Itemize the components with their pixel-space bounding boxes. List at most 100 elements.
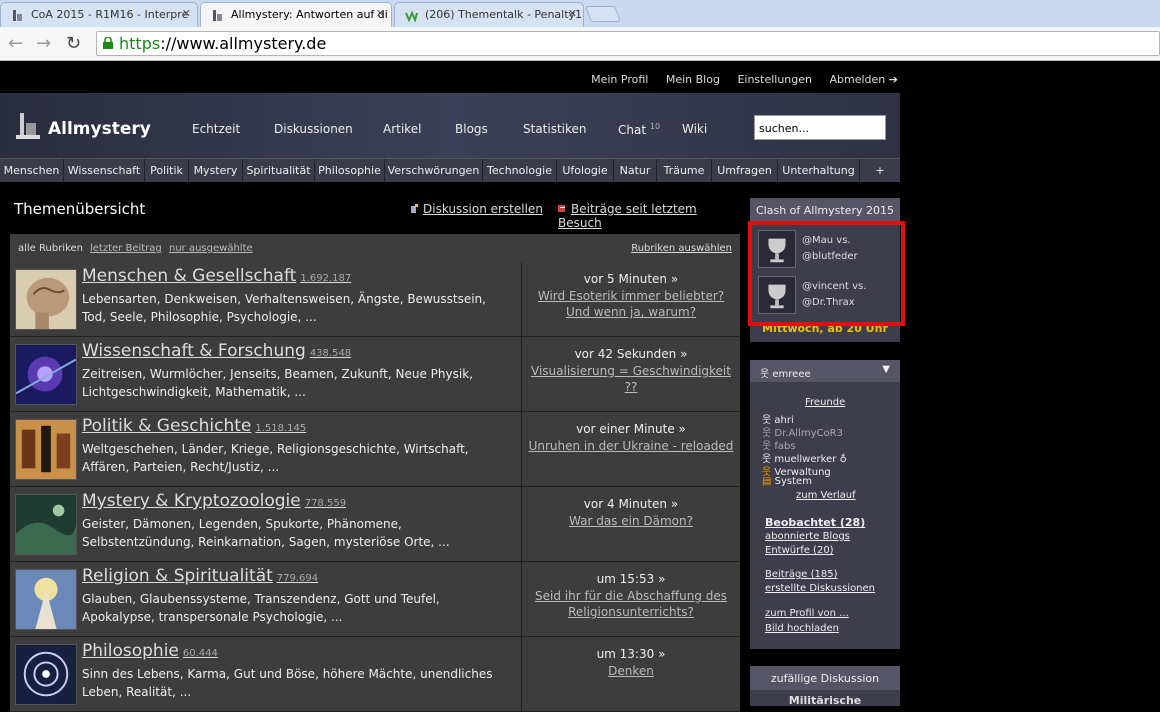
forum-row: Politik & Geschichte 1.518.145 Weltgesche…	[10, 412, 740, 487]
browser-tab-2[interactable]: Allmystery: Antworten auf di ✕	[200, 2, 392, 27]
close-icon[interactable]: ✕	[376, 7, 385, 20]
friend-item[interactable]: ▤ System	[762, 476, 812, 487]
back-arrow-icon[interactable]: ←	[8, 33, 23, 54]
upload-image-link[interactable]: Bild hochladen	[765, 622, 839, 635]
created-discussions-link[interactable]: erstellte Diskussionen	[765, 582, 875, 595]
forum-description: Glauben, Glaubenssysteme, Transzendenz, …	[82, 592, 440, 624]
last-post-time[interactable]: um 15:53 »	[597, 572, 666, 586]
science-thumbnail-icon[interactable]	[15, 344, 77, 405]
religion-thumbnail-icon[interactable]	[15, 569, 77, 630]
nav-diskussionen[interactable]: Diskussionen	[274, 122, 353, 136]
history-link[interactable]: zum Verlauf	[796, 489, 856, 502]
watched-link[interactable]: Beobachtet (28)	[765, 516, 865, 529]
forum-description: Zeitreisen, Wurmlöcher, Jenseits, Beamen…	[82, 367, 473, 399]
browser-tab-3[interactable]: (206) Thementalk - Penalty1 ✕	[394, 2, 584, 27]
last-thread-link[interactable]: Unruhen in der Ukraine - reloaded	[528, 438, 734, 454]
forum-title-link[interactable]: Politik & Geschichte 1.518.145	[82, 416, 306, 436]
category-unterhaltung[interactable]: Unterhaltung	[778, 159, 860, 182]
chevron-down-icon[interactable]: ▼	[882, 364, 890, 375]
forum-row: Mystery & Kryptozoologie 778.559 Geister,…	[10, 487, 740, 562]
allmystery-logo-icon[interactable]	[16, 111, 40, 141]
nav-wiki[interactable]: Wiki	[682, 122, 707, 136]
nav-echtzeit[interactable]: Echtzeit	[192, 122, 240, 136]
filter-selected-only[interactable]: nur ausgewählte	[169, 243, 253, 254]
brain-thumbnail-icon[interactable]	[15, 269, 77, 330]
forum-post-count: 1.518.145	[255, 423, 307, 434]
category-mystery[interactable]: Mystery	[189, 159, 243, 182]
category-wissenschaft[interactable]: Wissenschaft	[64, 159, 145, 182]
last-post-time[interactable]: um 13:30 »	[597, 647, 666, 661]
settings-link[interactable]: Einstellungen	[737, 73, 812, 86]
history-thumbnail-icon[interactable]	[15, 419, 77, 480]
philosophy-thumbnail-icon[interactable]	[15, 644, 77, 705]
nav-chat-label: Chat	[618, 123, 647, 137]
last-thread-link[interactable]: Denken	[528, 663, 734, 679]
close-icon[interactable]: ✕	[182, 7, 191, 20]
chat-count-badge: 10	[649, 122, 661, 131]
last-thread-link[interactable]: War das ein Dämon?	[528, 513, 734, 529]
search-input[interactable]: suchen...	[754, 115, 886, 140]
user-icon: 웃	[760, 369, 773, 380]
last-thread-link[interactable]: Seid ihr für die Abschaffung des Religio…	[528, 588, 734, 620]
nav-chat[interactable]: Chat 10	[618, 122, 660, 137]
nav-artikel[interactable]: Artikel	[383, 122, 421, 136]
category-technologie[interactable]: Technologie	[483, 159, 557, 182]
category-more-button[interactable]: +	[860, 159, 900, 182]
posts-since-label: Beiträge seit letztem Besuch	[558, 202, 697, 230]
browser-tab-1[interactable]: CoA 2015 - R1M16 - Interpre ✕	[0, 2, 198, 27]
category-philosophie[interactable]: Philosophie	[315, 159, 385, 182]
filter-last-post[interactable]: letzter Beitrag	[90, 243, 162, 254]
last-thread-link[interactable]: Visualisierung = Geschwindigkeit ??	[528, 363, 734, 395]
create-discussion-link[interactable]: Diskussion erstellen	[410, 202, 543, 216]
clash-title[interactable]: Clash of Allmystery 2015	[750, 198, 900, 222]
category-traeume[interactable]: Träume	[657, 159, 712, 182]
last-post-time[interactable]: vor 42 Sekunden »	[575, 347, 688, 361]
friends-link[interactable]: Freunde	[805, 396, 845, 409]
forum-post-count: 778.559	[304, 498, 347, 509]
drafts-link[interactable]: Entwürfe (20)	[765, 544, 834, 557]
category-spiritualitaet[interactable]: Spiritualität	[243, 159, 315, 182]
choose-categories-link[interactable]: Rubriken auswählen	[631, 243, 732, 254]
last-thread-link[interactable]: Wird Esoterik immer beliebter? Und wenn …	[528, 288, 734, 320]
forum-description: Sinn des Lebens, Karma, Gut und Böse, hö…	[82, 667, 493, 699]
lock-icon	[103, 37, 113, 49]
url-host: ://www.allmystery.de	[160, 34, 327, 53]
category-ufologie[interactable]: Ufologie	[557, 159, 614, 182]
site-logo-text[interactable]: Allmystery	[48, 119, 151, 139]
forum-title-link[interactable]: Religion & Spiritualität 779.694	[82, 566, 318, 586]
forum-title-link[interactable]: Philosophie 60.444	[82, 641, 218, 661]
reload-icon[interactable]: ↻	[66, 33, 81, 54]
subscribed-blogs-link[interactable]: abonnierte Blogs	[765, 530, 850, 543]
category-umfragen[interactable]: Umfragen	[712, 159, 778, 182]
posts-since-last-visit-link[interactable]: Beiträge seit letztem Besuch	[558, 202, 740, 230]
address-bar[interactable]: https://www.allmystery.de	[96, 31, 1160, 56]
forward-arrow-icon[interactable]: →	[36, 33, 51, 54]
nav-blogs[interactable]: Blogs	[455, 122, 488, 136]
my-profile-link[interactable]: Mein Profil	[591, 73, 648, 86]
new-tab-button[interactable]	[585, 6, 621, 22]
category-verschwoerungen[interactable]: Verschwörungen	[385, 159, 483, 182]
filter-all[interactable]: alle Rubriken	[18, 243, 83, 254]
category-politik[interactable]: Politik	[145, 159, 189, 182]
forum-title-link[interactable]: Mystery & Kryptozoologie 778.559	[82, 491, 346, 511]
last-post-time[interactable]: vor 5 Minuten »	[584, 272, 678, 286]
posts-link[interactable]: Beiträge (185)	[765, 568, 838, 581]
category-menschen[interactable]: Menschen	[0, 159, 64, 182]
nav-statistiken[interactable]: Statistiken	[523, 122, 587, 136]
site-favicon-icon	[213, 10, 222, 21]
last-post-time[interactable]: vor einer Minute »	[576, 422, 686, 436]
logout-link[interactable]: Abmelden ➔	[830, 73, 898, 86]
category-natur[interactable]: Natur	[614, 159, 657, 182]
my-blog-link[interactable]: Mein Blog	[666, 73, 720, 86]
forum-title-link[interactable]: Menschen & Gesellschaft 1.692.187	[82, 266, 351, 286]
user-menu-header[interactable]: 웃 emreee ▼	[750, 360, 900, 382]
browser-tabbar: CoA 2015 - R1M16 - Interpre ✕ Allmystery…	[0, 0, 1160, 27]
close-icon[interactable]: ✕	[568, 7, 577, 20]
forum-title-link[interactable]: Wissenschaft & Forschung 438.548	[82, 341, 351, 361]
mystery-thumbnail-icon[interactable]	[15, 494, 77, 555]
forum-row: Menschen & Gesellschaft 1.692.187 Lebensa…	[10, 262, 740, 337]
random-discussion-link[interactable]: Militärische	[750, 690, 900, 707]
profile-link[interactable]: zum Profil von ...	[765, 607, 849, 620]
filter-bar: alle Rubriken letzter Beitrag nur ausgew…	[10, 234, 740, 262]
last-post-time[interactable]: vor 4 Minuten »	[584, 497, 678, 511]
